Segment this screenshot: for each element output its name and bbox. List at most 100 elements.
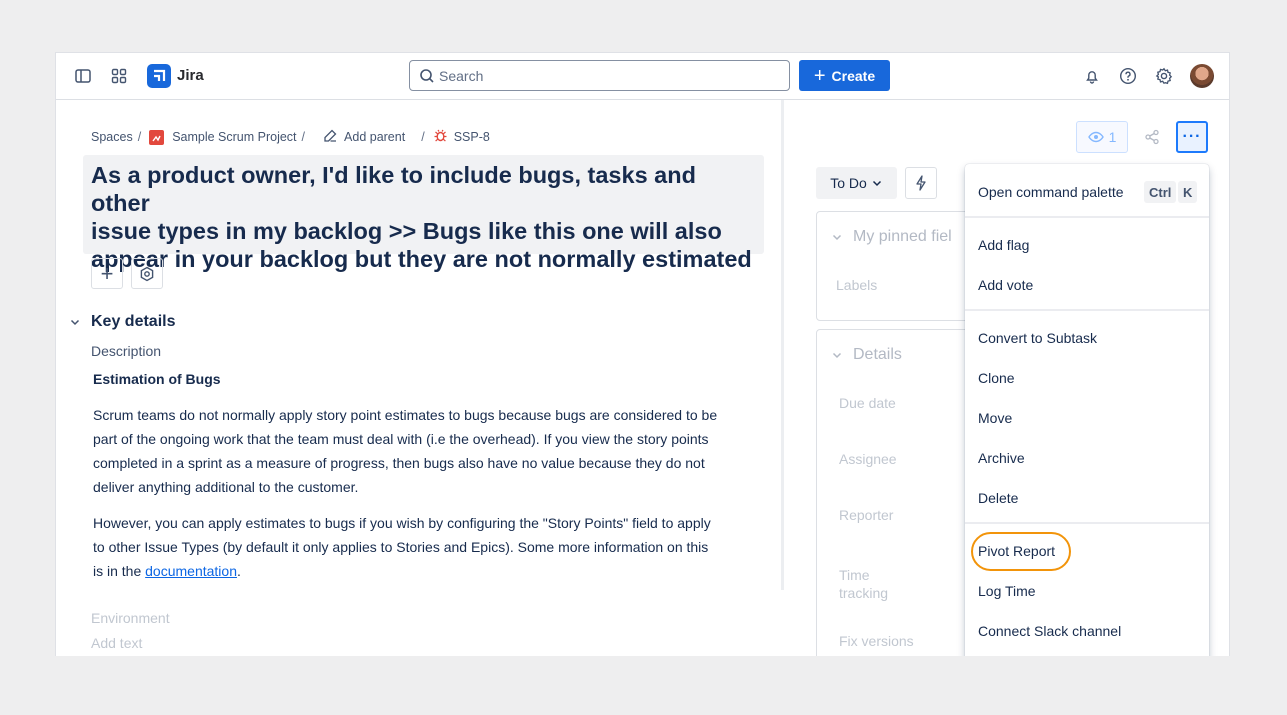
menu-separator [965,522,1209,524]
environment-field[interactable]: Add text [91,635,142,651]
watch-button[interactable]: 1 [1076,121,1128,153]
sidebar-toggle-icon[interactable] [73,66,93,86]
bug-icon [433,128,448,146]
share-icon [1145,129,1159,145]
description-text: is in the [93,563,146,579]
labels-field-label: Labels [836,277,878,293]
menu-item-clone[interactable]: Clone [978,370,1015,386]
menu-item-pivot-report[interactable]: Pivot Report [978,543,1055,559]
menu-item-add-vote[interactable]: Add vote [978,277,1033,293]
plus-icon: + [100,260,114,286]
description-line: Scrum teams do not normally apply story … [93,407,718,423]
jira-logo-icon[interactable] [147,64,171,88]
more-actions-button[interactable]: ··· [1176,121,1208,153]
chevron-down-icon [832,234,842,241]
lightning-icon [916,175,926,191]
menu-item-delete[interactable]: Delete [978,490,1018,506]
menu-item-move[interactable]: Move [978,410,1012,426]
breadcrumb-separator: / [301,130,306,144]
search-input[interactable] [439,66,779,86]
description-paragraph[interactable]: Scrum teams do not normally apply story … [93,403,768,499]
issue-title-line: issue types in my backlog >> Bugs like t… [91,218,722,244]
shortcut-k-key: K [1178,181,1198,203]
key-details-toggle[interactable]: Key details [69,313,175,331]
issue-title-line: As a product owner, I'd like to include … [91,162,696,216]
chevron-down-icon [832,352,842,359]
description-line: However, you can apply estimates to bugs… [93,515,711,531]
issue-key-link[interactable]: SSP-8 [454,130,490,144]
settings-icon[interactable] [1154,66,1174,86]
reporter-label: Reporter [839,507,894,523]
more-actions-menu: Open command palette Ctrl K Add flag Add… [965,164,1209,656]
description-subheading: Estimation of Bugs [93,371,221,387]
hexagon-gear-icon [140,266,154,281]
apps-button[interactable] [131,258,163,289]
time-tracking-line: Time [839,567,870,583]
avatar[interactable] [1190,64,1214,88]
add-parent-button[interactable]: Add parent [344,130,405,144]
menu-item-connect-slack[interactable]: Connect Slack channel [978,623,1121,639]
time-tracking-line: tracking [839,585,889,601]
app-switcher-icon[interactable] [109,66,129,86]
watch-count: 1 [1108,129,1117,145]
pinned-fields-toggle[interactable]: My pinned fiel [831,228,952,246]
pinned-fields-card: My pinned fiel Labels [816,211,976,321]
top-navigation: Jira + Create [56,53,1229,100]
plus-icon: + [813,64,826,87]
breadcrumb-project[interactable]: Sample Scrum Project [172,130,296,144]
help-icon[interactable] [1118,66,1138,86]
time-tracking-label: Time tracking [839,566,888,602]
description-paragraph[interactable]: However, you can apply estimates to bugs… [93,511,768,583]
breadcrumb-separator: / [421,130,425,144]
create-button[interactable]: + Create [799,60,890,91]
pinned-fields-heading: My pinned fiel [853,228,952,245]
issue-title[interactable]: As a product owner, I'd like to include … [83,155,764,272]
share-button[interactable] [1136,121,1168,153]
chevron-down-icon [872,180,881,187]
eye-icon [1087,131,1104,143]
shortcut-ctrl-key: Ctrl [1144,181,1177,203]
description-line: to other Issue Types (by default it only… [93,539,709,555]
documentation-link[interactable]: documentation [145,563,237,579]
assignee-label: Assignee [839,451,897,467]
menu-separator [965,309,1209,311]
menu-item-archive[interactable]: Archive [978,450,1025,466]
menu-item-convert-to-subtask[interactable]: Convert to Subtask [978,330,1097,346]
description-line: completed in a sprint as a measure of pr… [93,455,705,471]
environment-label: Environment [91,610,170,626]
more-icon: ··· [1182,128,1202,145]
menu-item-add-flag[interactable]: Add flag [978,237,1029,253]
description-line: part of the ongoing work that the team m… [93,431,709,447]
chevron-down-icon [70,319,80,326]
issue-title-line: appear in your backlog but they are not … [91,246,752,272]
brand-name[interactable]: Jira [177,67,204,84]
panel-divider[interactable] [781,100,784,590]
menu-separator [965,216,1209,218]
notifications-icon[interactable] [1082,66,1102,86]
fix-versions-label: Fix versions [839,633,914,649]
search-icon [420,69,434,83]
breadcrumb-separator: / [137,130,142,144]
key-details-heading: Key details [91,313,176,330]
status-label: To Do [830,175,867,191]
description-text: . [236,563,241,579]
breadcrumb-spaces[interactable]: Spaces [91,130,133,144]
edit-icon [323,128,338,146]
details-card: Details Due date Assignee Reporter Time … [816,329,976,656]
status-dropdown[interactable]: To Do [816,167,897,199]
description-line: is in the documentation. [93,559,768,583]
description-line: deliver anything additional to the custo… [93,479,359,495]
menu-item-log-time[interactable]: Log Time [978,583,1036,599]
details-heading: Details [853,346,902,363]
breadcrumb: Spaces / Sample Scrum Project / Add pare… [91,128,490,146]
search-box[interactable] [409,60,790,91]
project-icon [149,129,165,145]
create-label: Create [831,67,876,84]
details-toggle[interactable]: Details [831,346,902,364]
add-button[interactable]: + [91,258,123,289]
menu-item-command-palette[interactable]: Open command palette [978,184,1124,200]
jira-window: Jira + Create Spaces / Sample Scrum Proj… [55,52,1230,656]
due-date-label: Due date [839,395,896,411]
description-label: Description [91,343,162,359]
automation-button[interactable] [905,167,937,199]
